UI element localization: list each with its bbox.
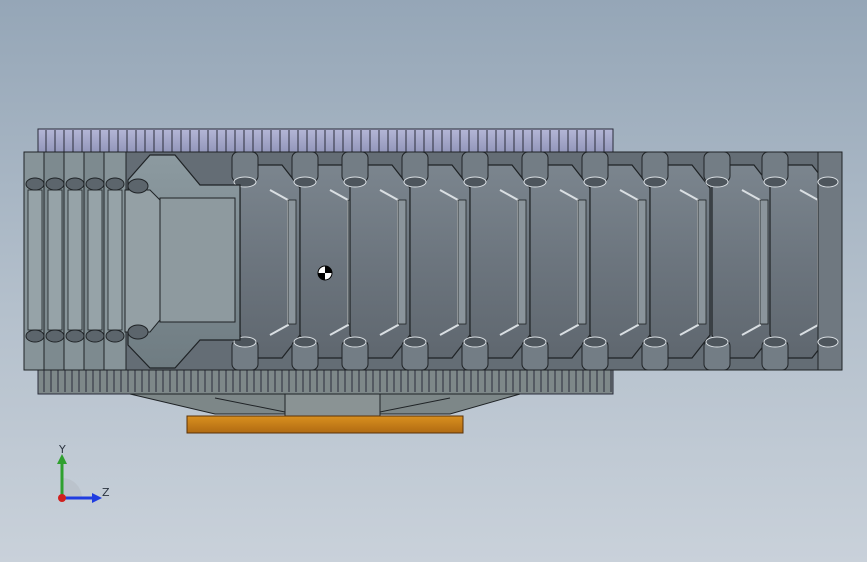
- chain-link: [461, 151, 531, 371]
- y-axis-label: Y: [59, 443, 66, 456]
- end-plate: [23, 151, 47, 371]
- end-plate: [63, 151, 87, 371]
- chain-link: [641, 151, 711, 371]
- right-end-cap: [817, 151, 843, 371]
- front-end-link: [124, 154, 241, 369]
- chain-link: [341, 151, 411, 371]
- chain-link: [703, 151, 773, 371]
- chain-links: [231, 151, 843, 371]
- end-plate: [43, 151, 67, 371]
- chain-link: [521, 151, 591, 371]
- chain-link: [231, 151, 301, 371]
- z-axis-arrow-icon: [92, 493, 102, 503]
- end-plate: [83, 151, 107, 371]
- z-axis-label: Z: [102, 486, 110, 499]
- drag-chain-model[interactable]: [0, 0, 867, 562]
- coordinate-triad: [57, 454, 102, 503]
- chain-link: [581, 151, 651, 371]
- end-plate: [103, 151, 127, 371]
- base-plate: [186, 415, 464, 434]
- chain-link: [401, 151, 471, 371]
- origin-marker-icon: [317, 265, 333, 281]
- end-link-stack: [23, 151, 127, 371]
- graphics-viewport[interactable]: Y Z: [0, 0, 867, 562]
- x-axis-point-icon: [58, 494, 66, 502]
- mounting-bracket: [129, 393, 521, 417]
